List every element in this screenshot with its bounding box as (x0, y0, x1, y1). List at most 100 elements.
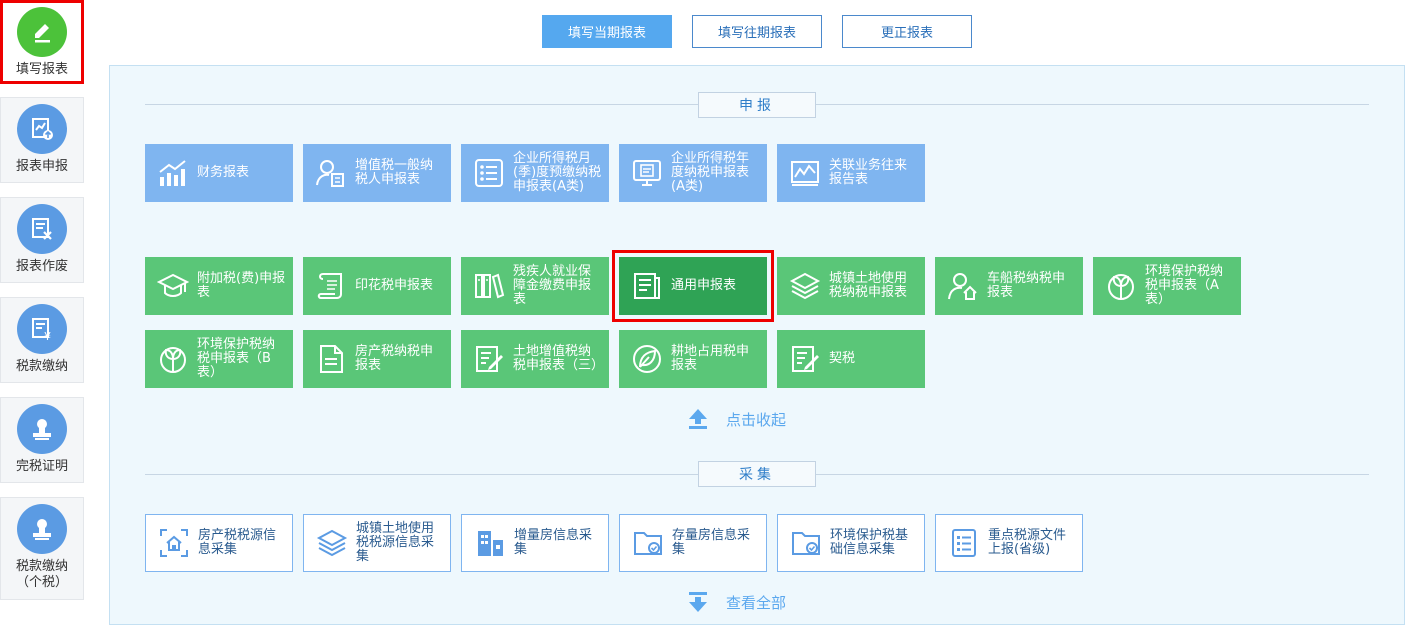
sidebar-item-label-sub: （个税） (15, 575, 68, 590)
tile-cit-annual[interactable]: 企业所得税年度纳税申报表(A类) (619, 144, 767, 202)
house-scan-icon (156, 525, 192, 561)
tile-new-house-collect[interactable]: 增量房信息采集 (461, 514, 609, 572)
tile-urban-land-tax[interactable]: 城镇土地使用税纳税申报表 (777, 257, 925, 315)
tile-label: 耕地占用税申报表 (671, 344, 750, 373)
sidebar-item-report-declare[interactable]: 报表申报 (0, 97, 84, 183)
report-cancel-icon (17, 204, 67, 254)
tile-key-source-upload[interactable]: 重点税源文件上报(省级) (935, 514, 1083, 572)
tile-label: 重点税源文件上报(省级) (988, 528, 1067, 557)
monitor-doc-icon (629, 155, 665, 191)
document-icon (629, 268, 665, 304)
eco-icon (155, 341, 191, 377)
stamp-icon (17, 504, 67, 554)
layers-icon (314, 525, 350, 561)
view-all-label: 查看全部 (726, 593, 787, 612)
report-upload-icon (17, 104, 67, 154)
arrow-up-icon (689, 409, 707, 429)
list-doc-icon (946, 525, 982, 561)
scroll-icon (313, 268, 349, 304)
tile-land-vat[interactable]: 土地增值税纳税申报表（三） (461, 330, 609, 388)
list-icon (471, 155, 507, 191)
building-icon (472, 525, 508, 561)
tile-label: 城镇土地使用税纳税申报表 (829, 271, 908, 300)
tile-label: 附加税(费)申报表 (197, 271, 286, 300)
user-doc-icon (313, 155, 349, 191)
tile-label: 残疾人就业保障金缴费申报表 (513, 264, 592, 307)
tile-disability-fund[interactable]: 残疾人就业保障金缴费申报表 (461, 257, 609, 315)
tile-related-transactions[interactable]: 关联业务往来报告表 (777, 144, 925, 202)
view-all-button[interactable]: 查看全部 (688, 591, 786, 613)
sidebar-item-tax-certificate[interactable]: 完税证明 (0, 397, 84, 483)
eco-icon (1103, 268, 1139, 304)
stamp-icon (17, 404, 67, 454)
books-icon (471, 268, 507, 304)
tile-label: 车船税纳税申报表 (987, 271, 1066, 300)
tile-label: 企业所得税年度纳税申报表(A类) (671, 151, 750, 194)
tile-property-source-collect[interactable]: 房产税税源信息采集 (145, 514, 293, 572)
tile-label: 城镇土地使用税税源信息采集 (356, 521, 435, 564)
tile-label: 存量房信息采集 (672, 528, 751, 557)
correct-report-button[interactable]: 更正报表 (842, 15, 972, 48)
collapse-button[interactable]: 点击收起 (688, 408, 786, 430)
tile-existing-house-collect[interactable]: 存量房信息采集 (619, 514, 767, 572)
tile-financial-report[interactable]: 财务报表 (145, 144, 293, 202)
svg-text:¥: ¥ (44, 330, 51, 343)
pencil-icon (17, 7, 67, 57)
tile-stamp-tax[interactable]: 印花税申报表 (303, 257, 451, 315)
arrow-down-icon (689, 592, 707, 612)
tile-label: 印花税申报表 (355, 278, 434, 293)
sidebar-item-tax-payment[interactable]: ¥ 税款缴纳 (0, 297, 84, 383)
file-icon (313, 341, 349, 377)
layers-icon (787, 268, 823, 304)
tile-label: 企业所得税月(季)度预缴纳税申报表(A类) (513, 151, 602, 194)
tile-vehicle-vessel-tax[interactable]: 车船税纳税申报表 (935, 257, 1083, 315)
tile-general-declaration[interactable]: 通用申报表 (619, 257, 767, 315)
sidebar-item-report-void[interactable]: 报表作废 (0, 197, 84, 283)
tile-label: 环境保护税纳税申报表（B表） (197, 337, 276, 380)
folder-check-icon (788, 525, 824, 561)
sidebar-item-label: 填写报表 (15, 62, 68, 77)
tile-env-tax-b[interactable]: 环境保护税纳税申报表（B表） (145, 330, 293, 388)
tile-env-basic-collect[interactable]: 环境保护税基础信息采集 (777, 514, 925, 572)
section-title-declare: 申报 (698, 92, 816, 118)
tile-label: 增值税一般纳税人申报表 (355, 158, 434, 187)
tile-label: 通用申报表 (671, 278, 737, 293)
collapse-label: 点击收起 (726, 410, 787, 429)
tile-farmland-tax[interactable]: 耕地占用税申报表 (619, 330, 767, 388)
tile-label: 关联业务往来报告表 (829, 158, 908, 187)
edit-doc-icon (787, 341, 823, 377)
tile-label: 土地增值税纳税申报表（三） (513, 344, 605, 373)
edit-doc-icon (471, 341, 507, 377)
sidebar-item-label: 报表申报 (15, 159, 68, 174)
tile-label: 增量房信息采集 (514, 528, 593, 557)
tile-label: 房产税税源信息采集 (198, 528, 277, 557)
graduation-cap-icon (155, 268, 191, 304)
tile-label: 房产税纳税申报表 (355, 344, 434, 373)
user-home-icon (945, 268, 981, 304)
sidebar-item-label: 税款缴纳 (15, 359, 68, 374)
leaf-icon (629, 341, 665, 377)
tax-payment-icon: ¥ (17, 304, 67, 354)
tile-surcharge[interactable]: 附加税(费)申报表 (145, 257, 293, 315)
tile-env-tax-a[interactable]: 环境保护税纳税申报表（A表） (1093, 257, 1241, 315)
fill-current-report-button[interactable]: 填写当期报表 (542, 15, 672, 48)
section-title-collect: 采集 (698, 461, 816, 487)
tile-label: 契税 (829, 351, 856, 366)
tile-label: 环境保护税纳税申报表（A表） (1145, 264, 1224, 307)
sidebar-item-label: 税款缴纳 (15, 559, 68, 574)
sidebar-item-label: 报表作废 (15, 259, 68, 274)
sidebar-item-label: 完税证明 (15, 459, 68, 474)
sidebar-item-tax-payment-personal[interactable]: 税款缴纳 （个税） (0, 497, 84, 600)
folder-check-icon (630, 525, 666, 561)
bar-chart-icon (155, 155, 191, 191)
tile-cit-monthly-prepay[interactable]: 企业所得税月(季)度预缴纳税申报表(A类) (461, 144, 609, 202)
sidebar-item-fill-report[interactable]: 填写报表 (0, 0, 84, 84)
tile-property-tax[interactable]: 房产税纳税申报表 (303, 330, 451, 388)
tile-urban-land-source-collect[interactable]: 城镇土地使用税税源信息采集 (303, 514, 451, 572)
fill-past-report-button[interactable]: 填写往期报表 (692, 15, 822, 48)
tile-label: 环境保护税基础信息采集 (830, 528, 909, 557)
line-chart-icon (787, 155, 823, 191)
tile-label: 财务报表 (197, 165, 250, 180)
tile-vat-general-taxpayer[interactable]: 增值税一般纳税人申报表 (303, 144, 451, 202)
tile-deed-tax[interactable]: 契税 (777, 330, 925, 388)
